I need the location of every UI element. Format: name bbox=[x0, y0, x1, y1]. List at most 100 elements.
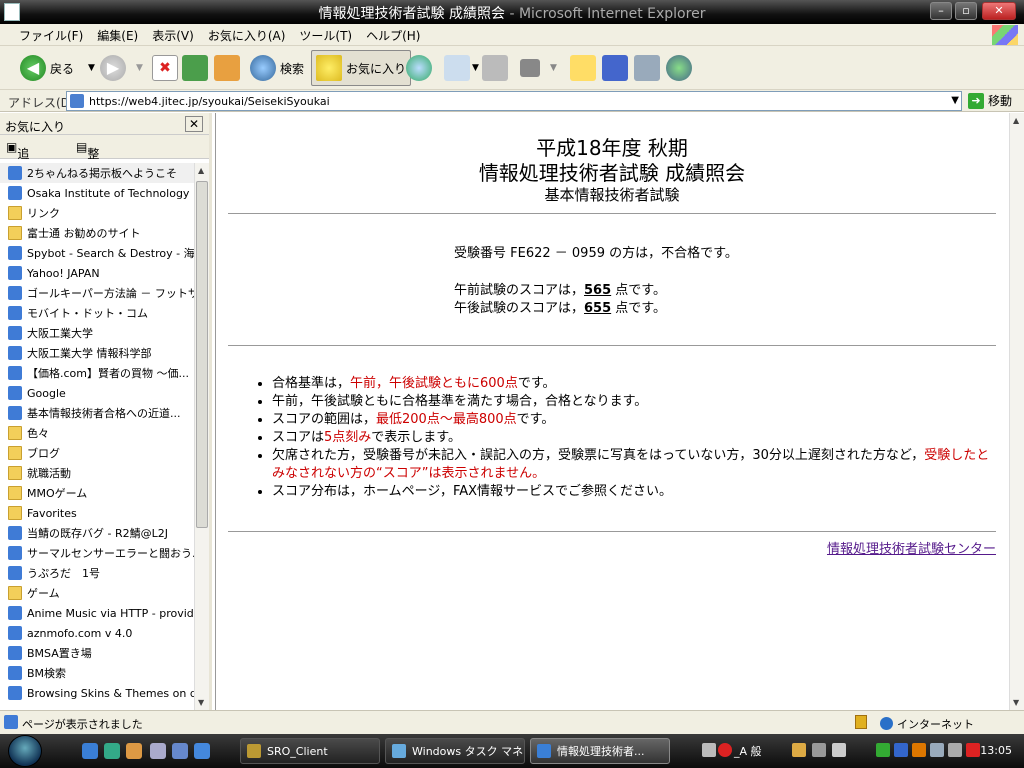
scroll-down-icon[interactable]: ▼ bbox=[198, 698, 204, 707]
security-zone[interactable]: インターネット bbox=[880, 716, 974, 732]
tray-icon[interactable] bbox=[876, 743, 890, 757]
menu-favorites[interactable]: お気に入り(A) bbox=[201, 24, 293, 47]
exam-center-link[interactable]: 情報処理技術者試験センター bbox=[827, 538, 996, 557]
favorite-item[interactable]: Browsing Skins & Themes on de... bbox=[0, 683, 194, 703]
add-favorite-button[interactable]: ▣ 追加... bbox=[6, 140, 41, 178]
go-button[interactable]: ➜ 移動 bbox=[968, 92, 1012, 109]
ie-page-icon bbox=[8, 306, 22, 320]
tray-icon[interactable] bbox=[930, 743, 944, 757]
favorite-item[interactable]: Favorites bbox=[0, 503, 194, 523]
favorite-item[interactable]: ブログ bbox=[0, 443, 194, 463]
edit-dropdown-icon[interactable]: ▼ bbox=[550, 63, 557, 73]
browser-quicklaunch-icon[interactable] bbox=[194, 743, 210, 759]
note-text: で表示します。 bbox=[371, 430, 461, 445]
address-url[interactable]: https://web4.jitec.jp/syoukai/SeisekiSyo… bbox=[89, 95, 330, 108]
favorite-item[interactable]: BM検索 bbox=[0, 663, 194, 683]
back-button[interactable]: ◀ 戻る ▼ bbox=[20, 52, 95, 84]
favorite-item[interactable]: 当鯖の既存バグ - R2鯖@L2J bbox=[0, 523, 194, 543]
close-button[interactable]: ✕ bbox=[982, 2, 1016, 20]
forward-button[interactable]: ▶ ▼ bbox=[100, 52, 143, 84]
favorite-item[interactable]: 大阪工業大学 bbox=[0, 323, 194, 343]
favorite-item[interactable]: 2ちゃんねる掲示板へようこそ bbox=[0, 163, 194, 183]
start-button[interactable] bbox=[8, 735, 42, 767]
refresh-button[interactable] bbox=[182, 52, 208, 84]
favorite-item[interactable]: Anime Music via HTTP - provide... bbox=[0, 603, 194, 623]
favorite-item[interactable]: サーマルセンサーエラーと闘おう... bbox=[0, 543, 194, 563]
favorites-scrollbar[interactable]: ▲ ▼ bbox=[194, 163, 209, 710]
favorite-item[interactable]: 基本情報技術者合格への近道... bbox=[0, 403, 194, 423]
task-task-manager[interactable]: Windows タスク マネ... bbox=[385, 738, 525, 764]
tray-icon[interactable] bbox=[792, 743, 806, 757]
scroll-up-icon[interactable]: ▲ bbox=[198, 166, 204, 175]
favorite-item[interactable]: Yahoo! JAPAN bbox=[0, 263, 194, 283]
favorite-item[interactable]: ゴールキーパー方法論 － フットサ... bbox=[0, 283, 194, 303]
favorite-item[interactable]: リンク bbox=[0, 203, 194, 223]
player-quicklaunch-icon[interactable] bbox=[172, 743, 188, 759]
lock-icon[interactable] bbox=[855, 715, 867, 729]
address-dropdown-icon[interactable]: ▼ bbox=[951, 95, 959, 106]
address-input[interactable]: https://web4.jitec.jp/syoukai/SeisekiSyo… bbox=[66, 91, 962, 111]
favorite-item[interactable]: うぷろだ 1号 bbox=[0, 563, 194, 583]
task-sro-client[interactable]: SRO_Client bbox=[240, 738, 380, 764]
home-button[interactable] bbox=[214, 52, 240, 84]
scroll-down-icon[interactable]: ▼ bbox=[1013, 698, 1019, 707]
menu-file[interactable]: ファイル(F) bbox=[12, 24, 90, 47]
menu-tools[interactable]: ツール(T) bbox=[292, 24, 359, 47]
favorite-item[interactable]: ゲーム bbox=[0, 583, 194, 603]
favorite-item[interactable]: 【価格.com】賢者の買物 ～価... bbox=[0, 363, 194, 383]
ie-page-icon bbox=[8, 266, 22, 280]
contacts-button[interactable] bbox=[666, 52, 692, 84]
favorites-scroll-thumb[interactable] bbox=[196, 181, 208, 528]
search-label: 検索 bbox=[280, 61, 305, 76]
favorite-item[interactable]: モバイト・ドット・コム bbox=[0, 303, 194, 323]
tray-icon[interactable] bbox=[948, 743, 962, 757]
tray-icon[interactable] bbox=[912, 743, 926, 757]
task-internet-explorer[interactable]: 情報処理技術者... bbox=[530, 738, 670, 764]
favorites-button[interactable]: お気に入り bbox=[311, 50, 412, 86]
maximize-button[interactable]: ▫ bbox=[955, 2, 977, 20]
ime-mode[interactable]: _A 般 bbox=[734, 743, 762, 759]
tray-icon[interactable] bbox=[894, 743, 908, 757]
stop-button[interactable]: ✖ bbox=[152, 52, 178, 84]
favorite-item[interactable]: MMOゲーム bbox=[0, 483, 194, 503]
tray-icon[interactable] bbox=[832, 743, 846, 757]
mail-button[interactable]: ▼ bbox=[444, 52, 479, 84]
favorite-item[interactable]: aznmofo.com v 4.0 bbox=[0, 623, 194, 643]
tray-icon[interactable] bbox=[966, 743, 980, 757]
outlook-quicklaunch-icon[interactable] bbox=[126, 743, 142, 759]
favorites-close-icon[interactable]: ✕ bbox=[185, 116, 203, 132]
menu-help[interactable]: ヘルプ(H) bbox=[359, 24, 427, 47]
tray-icon[interactable] bbox=[812, 743, 826, 757]
back-dropdown-icon[interactable]: ▼ bbox=[88, 63, 95, 73]
history-button[interactable] bbox=[406, 52, 432, 84]
favorite-item[interactable]: Spybot - Search & Destroy - 海... bbox=[0, 243, 194, 263]
research-button[interactable] bbox=[634, 52, 660, 84]
page-content: 平成18年度 秋期 情報処理技術者試験 成績照会 基本情報技術者試験 受験番号 … bbox=[215, 113, 1009, 710]
favorite-item[interactable]: 就職活動 bbox=[0, 463, 194, 483]
ime-icon[interactable] bbox=[718, 743, 732, 757]
messenger-button[interactable] bbox=[602, 52, 628, 84]
menu-edit[interactable]: 編集(E) bbox=[90, 24, 145, 47]
discuss-button[interactable] bbox=[570, 52, 596, 84]
explorer-quicklaunch-icon[interactable] bbox=[150, 743, 166, 759]
minimize-button[interactable]: – bbox=[930, 2, 952, 20]
mail-dropdown-icon[interactable]: ▼ bbox=[472, 63, 479, 73]
organize-favorites-button[interactable]: ▤ 整理... bbox=[76, 140, 111, 178]
favorite-item[interactable]: 富士通 お勧めのサイト bbox=[0, 223, 194, 243]
favorite-item[interactable]: Osaka Institute of Technology ... bbox=[0, 183, 194, 203]
print-button[interactable] bbox=[482, 52, 508, 84]
favorite-item[interactable]: 大阪工業大学 情報科学部 bbox=[0, 343, 194, 363]
search-button[interactable]: 検索 bbox=[250, 52, 304, 84]
ie-quicklaunch-icon[interactable] bbox=[82, 743, 98, 759]
content-scrollbar[interactable]: ▲ ▼ bbox=[1009, 113, 1024, 710]
clock[interactable]: 13:05 bbox=[980, 744, 1012, 757]
scroll-up-icon[interactable]: ▲ bbox=[1013, 116, 1019, 125]
keyboard-icon[interactable] bbox=[702, 743, 716, 757]
edit-button[interactable]: ▼ bbox=[520, 52, 557, 84]
favorite-item[interactable]: BMSA置き場 bbox=[0, 643, 194, 663]
menu-view[interactable]: 表示(V) bbox=[145, 24, 201, 47]
favorite-item[interactable]: Google bbox=[0, 383, 194, 403]
media-quicklaunch-icon[interactable] bbox=[104, 743, 120, 759]
favorite-item[interactable]: 色々 bbox=[0, 423, 194, 443]
forward-dropdown-icon[interactable]: ▼ bbox=[136, 63, 143, 73]
